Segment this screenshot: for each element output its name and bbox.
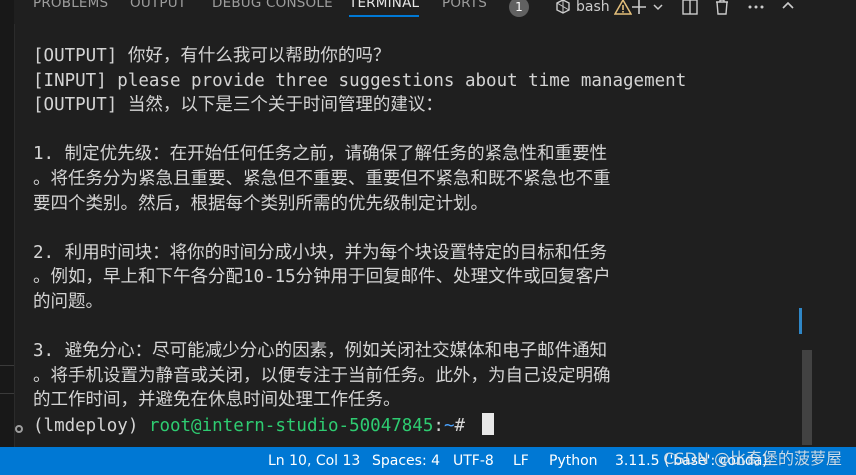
chevron-down-icon[interactable] — [651, 0, 665, 18]
watermark: CSDN @比奇堡的菠萝屋 — [663, 449, 842, 468]
tab-ports[interactable]: PORTS — [442, 0, 487, 19]
panel-tab-bar: PROBLEMS OUTPUT DEBUG CONSOLE TERMINAL P… — [14, 0, 856, 24]
terminal-line: 的问题。 — [33, 291, 103, 312]
prompt-separator: : — [433, 415, 444, 436]
status-indentation[interactable]: Spaces: 4 — [372, 447, 440, 475]
terminal-line: 。将任务分为紧急且重要、紧急但不重要、重要但不紧急和既不紧急也不重 — [33, 168, 611, 189]
status-encoding[interactable]: UTF-8 — [453, 447, 494, 475]
kill-terminal-icon[interactable] — [712, 0, 732, 18]
tab-problems[interactable]: PROBLEMS — [33, 0, 108, 19]
prompt-symbol: # — [454, 415, 476, 436]
terminal-cursor — [481, 412, 494, 435]
terminal-line: 1. 制定优先级：在开始任何任务之前，请确保了解任务的紧急性和重要性 — [33, 144, 608, 165]
tab-output[interactable]: OUTPUT — [130, 0, 186, 19]
left-gutter — [0, 0, 15, 447]
tab-debug-console[interactable]: DEBUG CONSOLE — [212, 0, 333, 19]
more-actions-icon[interactable] — [746, 0, 766, 18]
scrollbar-thumb[interactable] — [802, 350, 812, 445]
status-language[interactable]: Python — [549, 447, 598, 475]
terminal-line: 要四个类别。然后，根据每个类别所需的优先级制定计划。 — [33, 193, 488, 214]
terminal-line: [OUTPUT] 当然，以下是三个关于时间管理的建议： — [33, 95, 443, 116]
terminal-line: 的工作时间，并避免在休息时间处理工作任务。 — [33, 390, 401, 411]
terminal-kind-label: bash — [576, 0, 610, 15]
ports-count-badge: 1 — [509, 0, 529, 17]
command-decoration-icon[interactable] — [15, 425, 23, 433]
status-eol[interactable]: LF — [513, 447, 529, 475]
terminal-line: 3. 避免分心：尽可能减少分心的因素，例如关闭社交媒体和电子邮件通知 — [33, 341, 608, 362]
status-cursor-position[interactable]: Ln 10, Col 13 — [268, 447, 360, 475]
terminal-prompt-line[interactable]: (lmdeploy) root@intern-studio-50047845:~… — [33, 412, 793, 438]
terminal-icon — [554, 0, 572, 16]
chevron-up-icon[interactable] — [778, 0, 798, 18]
terminal-line: 。将手机设置为静音或关闭，以便专注于当前任务。此外，为自己设定明确 — [33, 365, 611, 386]
gutter-divider — [0, 365, 14, 366]
prompt-user-host: root@intern-studio-50047845 — [148, 415, 434, 436]
terminal-line: 。例如，早上和下午各分配10-15分钟用于回复邮件、处理文件或回复客户 — [33, 267, 611, 288]
prompt-env: (lmdeploy) — [33, 415, 149, 436]
terminal-line: [INPUT] please provide three suggestions… — [33, 70, 687, 91]
split-terminal-icon[interactable] — [680, 0, 700, 18]
terminal-output[interactable]: [OUTPUT] 你好，有什么我可以帮助你的吗？ [INPUT] please … — [33, 44, 793, 438]
gutter-divider — [0, 393, 14, 394]
scrollbar-marker — [799, 308, 802, 334]
prompt-path: ~ — [443, 415, 455, 436]
add-icon[interactable] — [629, 0, 649, 18]
terminal-selector[interactable]: bash — [554, 0, 632, 17]
terminal-line: [OUTPUT] 你好，有什么我可以帮助你的吗？ — [33, 46, 391, 66]
tab-terminal[interactable]: TERMINAL — [349, 0, 420, 19]
terminal-line: 2. 利用时间块：将你的时间分成小块，并为每个块设置特定的目标和任务 — [33, 242, 608, 263]
